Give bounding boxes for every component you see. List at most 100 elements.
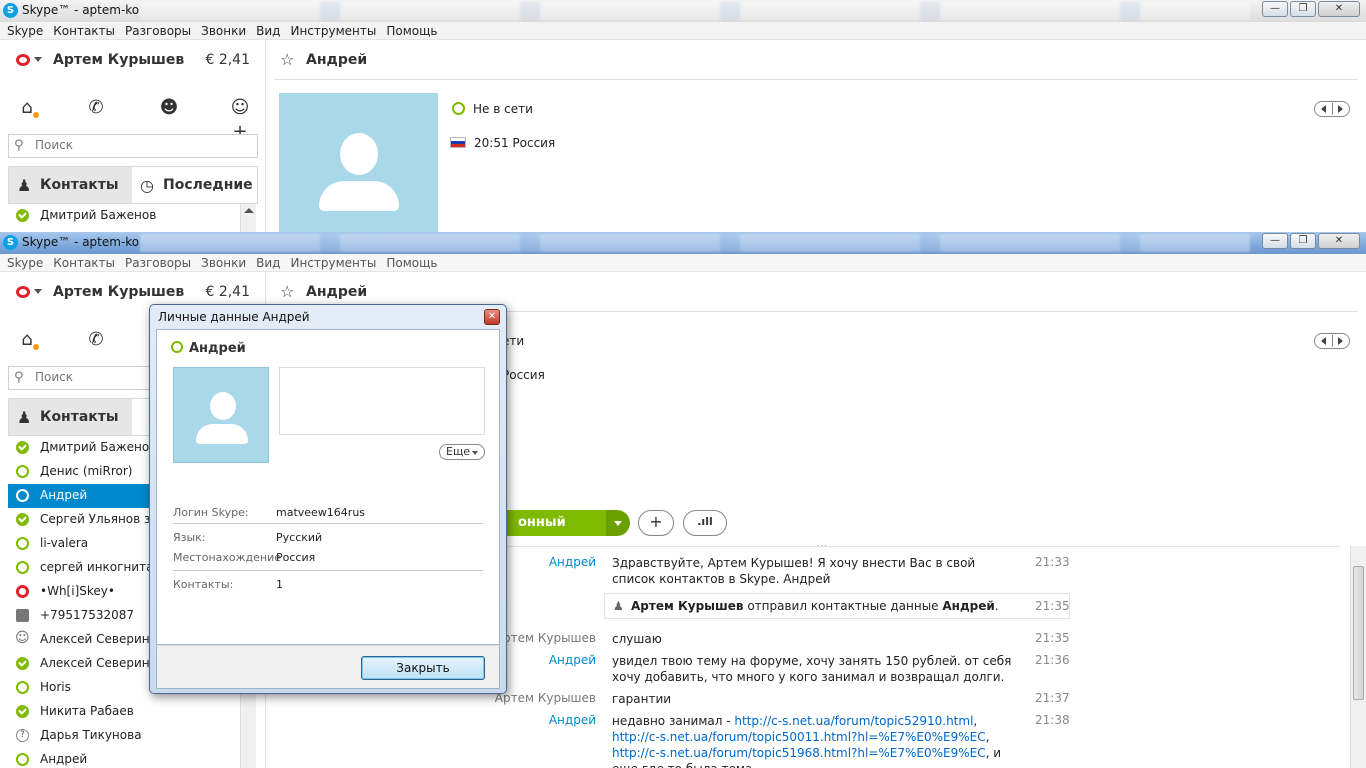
avatar [279,93,438,232]
close-dialog-button[interactable]: Закрыть [361,656,485,680]
title-bar: S Skype™ - aptem-ko — ❐ ✕ [0,232,1366,254]
star-icon[interactable]: ☆ [280,282,294,301]
list-item[interactable]: Дарья Тикунова [8,724,248,748]
tab-contacts[interactable]: ♟ Контакты [9,399,132,435]
menu-conversations[interactable]: Разговоры [120,22,196,39]
taskbar-tabs-blurred [140,2,1250,20]
chevron-down-icon[interactable] [34,57,42,62]
contact-name: Андрей [40,488,88,502]
contact-name: Horis [40,680,71,694]
menu-help[interactable]: Помощь [381,22,442,39]
profile-pager[interactable] [1314,101,1350,117]
close-button[interactable]: ✕ [1318,233,1360,249]
person-icon: ♟ [17,176,32,195]
tab-contacts[interactable]: ♟ Контакты [9,167,132,203]
main-panel: ☆ Андрей Не в сети 20:51 Россия [274,40,1366,232]
message-time: 21:35 [1035,631,1070,645]
close-button[interactable]: ✕ [1318,1,1360,17]
arrow-left-icon[interactable] [1321,337,1326,345]
menu-contacts[interactable]: Контакты [48,22,120,39]
balance[interactable]: € 2,41 [205,52,250,68]
tab-recent-label: Последние [163,177,253,193]
message-link[interactable]: http://c-s.net.ua/forum/topic51968.html?… [612,746,986,760]
contact-name: +79517532087 [40,608,135,622]
call-options-dropdown[interactable] [606,510,630,536]
balance[interactable]: € 2,41 [205,284,250,300]
arrow-right-icon[interactable] [1338,105,1343,113]
system-message-target: Андрей [942,599,995,613]
title-bar: S Skype™ - aptem-ko — ❐ ✕ [0,0,1366,22]
add-contact-icon[interactable]: ☺+ [228,96,252,142]
message-text-prefix: недавно занимал - [612,714,735,728]
contacts-tabs: ♟ Контакты ◷ Последние [8,166,258,204]
message-sender[interactable]: Андрей [549,555,596,569]
phone-icon[interactable]: ✆ [84,96,108,120]
tab-recent[interactable]: ◷ Последние [132,167,257,203]
maximize-button[interactable]: ❐ [1290,233,1316,249]
window-title: Skype™ - aptem-ko [22,3,140,17]
menu-calls[interactable]: Звонки [196,22,251,39]
chat-scrollbar[interactable] [1350,546,1366,768]
message-sender[interactable]: Андрей [549,653,596,667]
avatar [173,367,269,463]
menu-tools[interactable]: Инструменты [285,22,381,39]
message-link[interactable]: http://c-s.net.ua/forum/topic50011.html?… [612,730,986,744]
arrow-left-icon[interactable] [1321,105,1326,113]
minimize-button[interactable]: — [1262,233,1288,249]
divider [173,570,483,571]
group-status-icon [15,630,30,646]
busy-status-icon[interactable] [16,54,30,66]
scroll-thumb[interactable] [1353,566,1364,700]
star-icon[interactable]: ☆ [280,50,294,69]
message-link[interactable]: http://c-s.net.ua/forum/topic52910.html [734,714,973,728]
list-item[interactable]: Никита Рабаев [8,700,248,724]
local-time: 20:51 Россия [450,136,555,150]
list-item[interactable]: Андрей [8,748,248,768]
call-button[interactable]: онный звонок [502,510,606,556]
skype-logo-icon: S [3,3,18,18]
minimize-button[interactable]: — [1262,1,1288,17]
dialog-close-button[interactable]: ✕ [484,309,500,325]
maximize-button[interactable]: ❐ [1290,1,1316,17]
menu-calls[interactable]: Звонки [196,254,251,271]
menu-contacts[interactable]: Контакты [48,254,120,271]
avatar-head [340,133,378,175]
group-icon[interactable]: ☻ [157,96,181,120]
message-sender[interactable]: Андрей [549,713,596,727]
profile-pager[interactable] [1314,333,1350,349]
system-message: ♟ Артем Курышев отправил контактные данн… [604,593,1070,619]
message-text: недавно занимал - http://c-s.net.ua/foru… [612,713,1022,768]
contact-list-scrollbar[interactable] [240,204,256,232]
contacts-value: 1 [276,578,283,591]
call-quality-icon[interactable]: .ıll [683,510,727,536]
user-row[interactable]: Артем Курышев € 2,41 [0,40,266,82]
phone-icon[interactable]: ✆ [84,328,108,352]
offline-status-icon [16,489,29,502]
language-value: Русский [276,531,323,544]
message-time: 21:37 [1035,691,1070,705]
arrow-right-icon[interactable] [1338,337,1343,345]
personal-info-dialog: Личные данные Андрей ✕ Андрей Еще Логин … [149,304,507,694]
online-status-icon [16,657,29,670]
menu-conversations[interactable]: Разговоры [120,254,196,271]
more-button[interactable]: Еще [439,444,485,460]
chevron-down-icon[interactable] [34,289,42,294]
message-text: слушаю [612,632,662,646]
menu-tools[interactable]: Инструменты [285,254,381,271]
list-item[interactable]: Дмитрий Баженов [8,204,248,228]
busy-status-icon[interactable] [16,286,30,298]
menu-skype[interactable]: Skype [2,254,48,271]
online-status-icon [16,705,29,718]
menu-skype[interactable]: Skype [2,22,48,39]
user-name: Артем Курышев [53,52,185,68]
menu-view[interactable]: Вид [251,254,285,271]
local-time-text: Россия [502,368,545,382]
scroll-up-icon[interactable] [244,208,254,213]
dialog-title: Личные данные Андрей [158,310,310,324]
add-button[interactable]: + [638,510,674,536]
contact-list: Дмитрий Баженов [8,204,248,232]
search-input[interactable] [35,138,235,152]
search-box[interactable]: ⚲ [8,134,258,158]
menu-help[interactable]: Помощь [381,254,442,271]
menu-view[interactable]: Вид [251,22,285,39]
